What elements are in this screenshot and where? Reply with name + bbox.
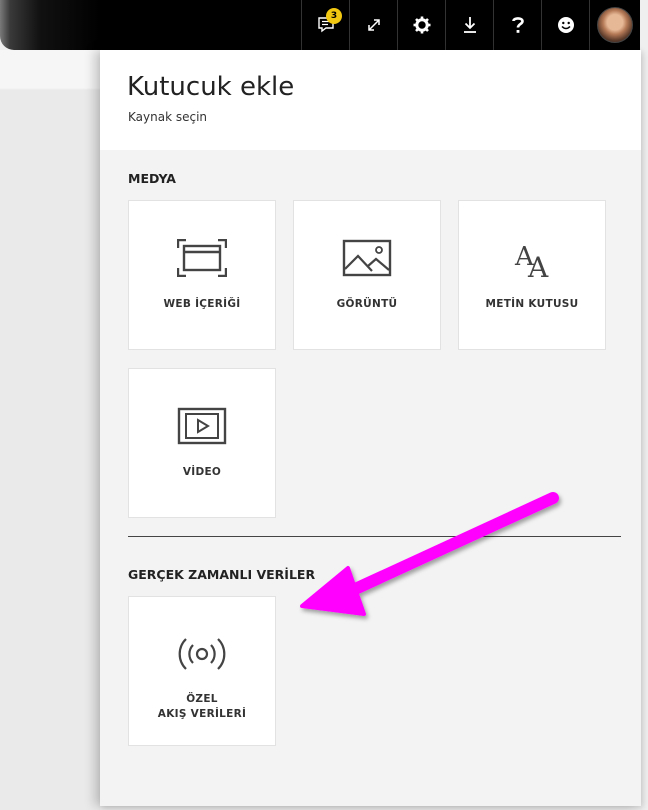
annotation-arrow [300,492,559,616]
arrow-shape [300,492,559,616]
